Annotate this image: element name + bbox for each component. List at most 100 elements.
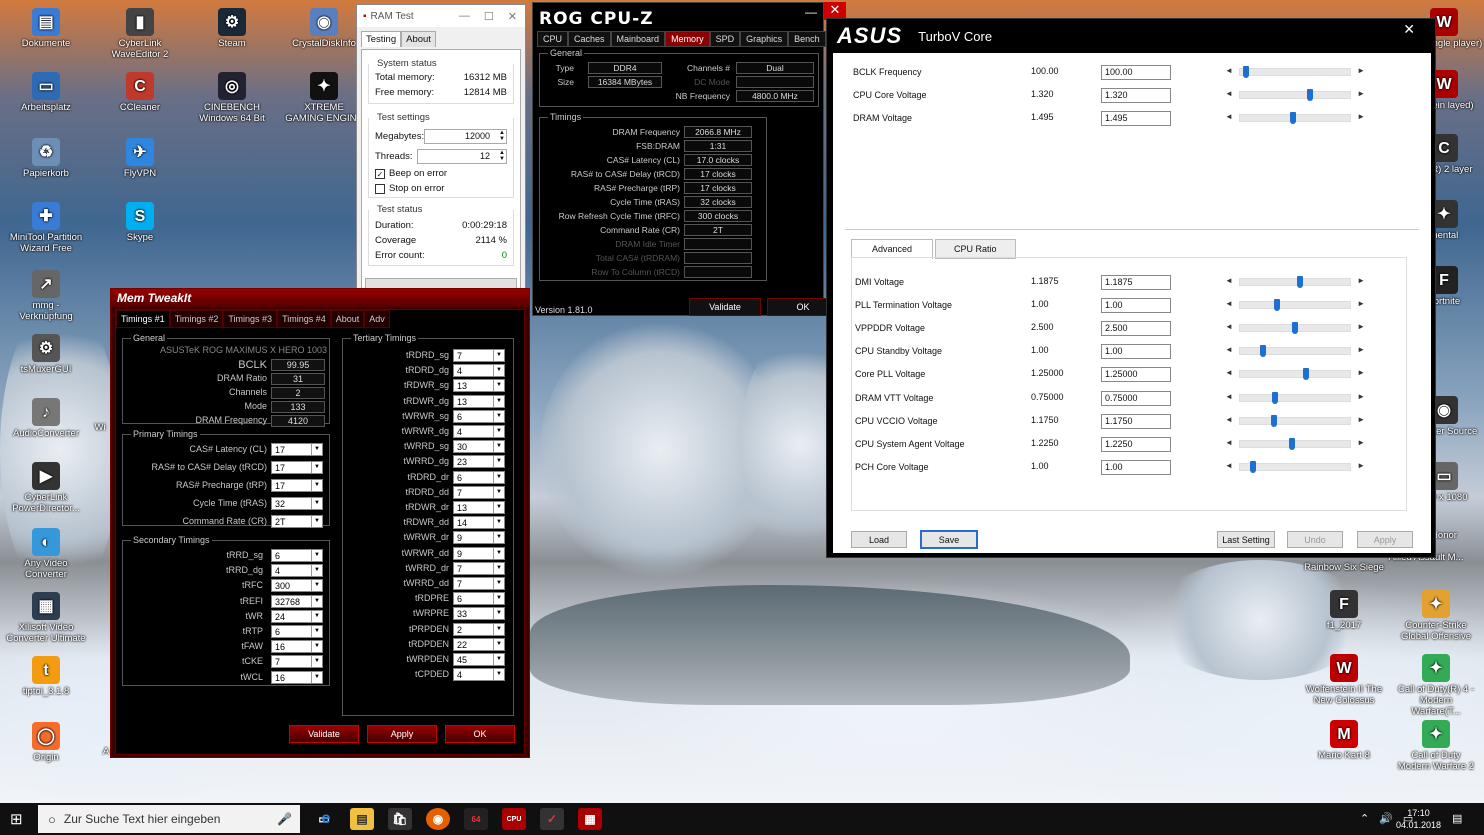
slider-thumb[interactable] (1302, 368, 1309, 381)
timing-dropdown[interactable]: 30 ▼ (453, 440, 505, 454)
voltage-input[interactable]: 1.1750 (1101, 413, 1171, 429)
cpuz-tab-graphics[interactable]: Graphics (740, 31, 789, 47)
timing-dropdown[interactable]: 4 ▼ (453, 425, 505, 438)
voltage-slider[interactable]: ◄ ► (1225, 322, 1365, 335)
threads-input[interactable]: 12 ▲ ▼ (417, 148, 507, 164)
memtweak-tab[interactable]: Timings #4 (277, 310, 331, 328)
tab-cpu-ratio[interactable]: CPU Ratio (935, 239, 1016, 259)
tab-testing[interactable]: Testing (361, 31, 402, 47)
firefox-icon[interactable]: ◉ (426, 808, 450, 830)
chevron-down-icon[interactable]: ▼ (493, 593, 504, 605)
timing-dropdown[interactable]: 2T ▼ (271, 515, 323, 528)
windows-start-icon[interactable]: ⊞ (10, 810, 23, 828)
voltage-input[interactable]: 1.1875 (1101, 275, 1171, 290)
voltage-input[interactable]: 1.00 (1101, 298, 1171, 314)
desktop-icon[interactable]: ◉ CrystalDiskInfo (284, 8, 364, 49)
desktop-icon[interactable]: ▦ Xilisoft Video Converter Ultimate (6, 592, 86, 644)
chevron-down-icon[interactable]: ▼ (311, 580, 322, 592)
chevron-down-icon[interactable]: ▼ (493, 669, 504, 681)
voltage-slider[interactable]: ◄ ► (1225, 66, 1365, 78)
timing-dropdown[interactable]: 17 ▼ (271, 443, 323, 456)
timing-dropdown[interactable]: 7 ▼ (453, 561, 505, 575)
arrow-left-icon[interactable]: ◄ (1225, 112, 1233, 121)
chevron-down-icon[interactable]: ▼ (493, 471, 504, 483)
minimize-icon[interactable]: — (459, 10, 470, 23)
apply-button[interactable]: Apply (1357, 531, 1413, 548)
voltage-slider[interactable]: ◄ ► (1225, 460, 1365, 473)
slider-thumb[interactable] (1273, 299, 1280, 312)
chevron-down-icon[interactable]: ▼ (493, 365, 504, 377)
arrow-left-icon[interactable]: ◄ (1225, 461, 1233, 470)
megabytes-input[interactable]: 12000 ▲ ▼ (424, 128, 507, 144)
voltage-input[interactable]: 1.320 (1101, 88, 1171, 103)
arrow-right-icon[interactable]: ► (1357, 415, 1365, 424)
tab-about[interactable]: About (401, 31, 436, 47)
undo-button[interactable]: Undo (1287, 531, 1343, 548)
timing-dropdown[interactable]: 7 ▼ (453, 577, 505, 590)
stop-on-error-checkbox[interactable]: Stop on error (369, 181, 513, 196)
taskbar-search[interactable]: ○ Zur Suche Text hier eingeben 🎤 (38, 805, 300, 833)
timing-dropdown[interactable]: 4 ▼ (453, 364, 505, 378)
chevron-down-icon[interactable]: ▼ (493, 456, 504, 468)
voltage-input[interactable]: 1.2250 (1101, 436, 1171, 452)
arrow-left-icon[interactable]: ◄ (1225, 66, 1233, 75)
timing-dropdown[interactable]: 22 ▼ (453, 637, 505, 651)
chevron-down-icon[interactable]: ▼ (311, 498, 322, 509)
desktop-icon[interactable]: ◐ Any Video Converter (6, 528, 86, 580)
desktop-icon[interactable]: ♻ Papierkorb (6, 138, 86, 179)
voltage-slider[interactable]: ◄ ► (1225, 112, 1365, 124)
slider-thumb[interactable] (1249, 460, 1256, 473)
arrow-right-icon[interactable]: ► (1357, 66, 1365, 75)
timing-dropdown[interactable]: 9 ▼ (453, 531, 505, 545)
aida64-icon[interactable]: 64 (464, 808, 488, 830)
clock[interactable]: 17:10 04.01.2018 (1396, 807, 1441, 831)
chevron-down-icon[interactable]: ▼ (493, 623, 504, 635)
chevron-down-icon[interactable]: ▼ (311, 656, 322, 668)
chevron-down-icon[interactable]: ▼ (493, 486, 504, 498)
slider-thumb[interactable] (1306, 89, 1313, 101)
chevron-down-icon[interactable]: ▼ (493, 395, 504, 407)
arrow-right-icon[interactable]: ► (1357, 392, 1365, 401)
voltage-input[interactable]: 100.00 (1101, 65, 1171, 80)
chevron-down-icon[interactable]: ▼ (493, 350, 504, 361)
arrow-left-icon[interactable]: ◄ (1225, 276, 1233, 285)
save-button[interactable]: Save (920, 530, 978, 549)
timing-dropdown[interactable]: 14 ▼ (453, 516, 505, 530)
beep-on-error-checkbox[interactable]: ✓ Beep on error (369, 166, 513, 181)
chevron-down-icon[interactable]: ▼ (493, 410, 504, 422)
timing-dropdown[interactable]: 13 ▼ (453, 501, 505, 514)
chevron-down-icon[interactable]: ▼ (493, 654, 504, 665)
voltage-input[interactable]: 2.500 (1101, 321, 1171, 337)
slider-thumb[interactable] (1288, 437, 1295, 450)
voltage-slider[interactable]: ◄ ► (1225, 89, 1365, 101)
arrow-left-icon[interactable]: ◄ (1225, 299, 1233, 308)
memtweak-tab[interactable]: Adv (364, 310, 390, 328)
chevron-down-icon[interactable]: ▼ (311, 550, 322, 561)
arrow-left-icon[interactable]: ◄ (1225, 438, 1233, 447)
desktop-icon[interactable]: W Wolfenstein II The New Colossus (1304, 654, 1384, 706)
slider-thumb[interactable] (1297, 276, 1304, 288)
voltage-slider[interactable]: ◄ ► (1225, 414, 1365, 427)
arrow-right-icon[interactable]: ► (1357, 322, 1365, 331)
slider-thumb[interactable] (1243, 66, 1250, 78)
chevron-down-icon[interactable]: ▼ (311, 444, 322, 455)
arrow-right-icon[interactable]: ► (1357, 438, 1365, 447)
chevron-down-icon[interactable]: ▼ (311, 480, 322, 491)
chevron-down-icon[interactable]: ▼ (311, 565, 322, 577)
timing-dropdown[interactable]: 23 ▼ (453, 455, 505, 469)
turbov-taskbar-icon[interactable]: ✓ (540, 808, 564, 830)
voltage-slider[interactable]: ◄ ► (1225, 299, 1365, 312)
store-icon[interactable]: 🛍 (388, 808, 412, 830)
timing-dropdown[interactable]: 4 ▼ (271, 564, 323, 578)
slider-thumb[interactable] (1260, 345, 1267, 358)
checkmark-icon[interactable]: ✓ (375, 168, 385, 179)
timing-dropdown[interactable]: 16 ▼ (271, 670, 323, 684)
chevron-down-icon[interactable]: ▼ (493, 380, 504, 392)
chevron-down-icon[interactable]: ▼ (493, 638, 504, 650)
memtweak-apply-button[interactable]: Apply (367, 725, 437, 743)
chevron-down-icon[interactable]: ▼ (311, 671, 322, 683)
load-button[interactable]: Load (851, 531, 907, 548)
voltage-slider[interactable]: ◄ ► (1225, 368, 1365, 381)
voltage-slider[interactable]: ◄ ► (1225, 437, 1365, 450)
desktop-icon[interactable]: C CCleaner (100, 72, 180, 113)
